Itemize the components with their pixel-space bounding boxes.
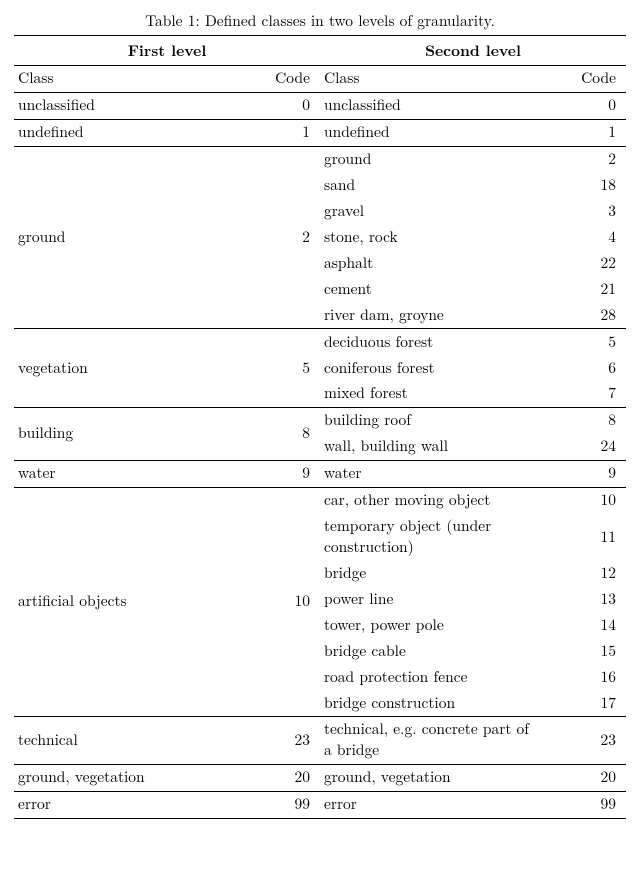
first-level-code: 9	[234, 460, 320, 487]
second-level-class: stone, rock	[320, 224, 540, 250]
second-level-class: road protection fence	[320, 664, 540, 690]
second-level-code: 8	[540, 407, 626, 433]
table-caption: Table 1: Defined classes in two levels o…	[14, 10, 626, 31]
second-level-class: power line	[320, 586, 540, 612]
second-level-class: building roof	[320, 407, 540, 433]
second-level-code: 4	[540, 224, 626, 250]
second-level-code: 17	[540, 690, 626, 716]
second-level-class: water	[320, 460, 540, 487]
first-level-class: artificial objects	[14, 487, 234, 716]
first-level-class: building	[14, 407, 234, 460]
second-level-code: 12	[540, 560, 626, 586]
second-level-class: deciduous forest	[320, 329, 540, 355]
second-level-code: 13	[540, 586, 626, 612]
header-first-level: First level	[14, 36, 320, 66]
class-table: First levelSecond levelClassCodeClassCod…	[14, 35, 626, 819]
second-level-class: ground, vegetation	[320, 764, 540, 791]
first-level-code: 10	[234, 487, 320, 716]
table-row: water9water9	[14, 460, 626, 487]
second-level-class: tower, power pole	[320, 612, 540, 638]
second-level-code: 0	[540, 92, 626, 119]
first-level-code: 8	[234, 407, 320, 460]
second-level-class: car, other moving object	[320, 487, 540, 513]
second-level-code: 22	[540, 250, 626, 276]
table-row: unclassified0unclassified0	[14, 92, 626, 119]
table-row: artificial objects10car, other moving ob…	[14, 487, 626, 513]
second-level-class: asphalt	[320, 250, 540, 276]
second-level-code: 18	[540, 173, 626, 199]
second-level-class: ground	[320, 146, 540, 172]
header-class-2: Class	[320, 65, 540, 92]
second-level-code: 99	[540, 791, 626, 818]
second-level-class: temporary object (under construction)	[320, 514, 540, 561]
first-level-code: 0	[234, 92, 320, 119]
second-level-code: 23	[540, 716, 626, 764]
second-level-class: technical, e.g. concrete part of a bridg…	[320, 716, 540, 764]
first-level-class: vegetation	[14, 329, 234, 408]
second-level-code: 14	[540, 612, 626, 638]
header-code-2: Code	[540, 65, 626, 92]
first-level-class: error	[14, 791, 234, 818]
second-level-code: 2	[540, 146, 626, 172]
header-second-level: Second level	[320, 36, 626, 66]
second-level-code: 16	[540, 664, 626, 690]
second-level-class: undefined	[320, 119, 540, 146]
second-level-code: 21	[540, 276, 626, 302]
second-level-code: 5	[540, 329, 626, 355]
first-level-class: ground	[14, 146, 234, 328]
second-level-code: 15	[540, 638, 626, 664]
second-level-class: coniferous forest	[320, 355, 540, 381]
second-level-code: 9	[540, 460, 626, 487]
table-row: ground, vegetation20ground, vegetation20	[14, 764, 626, 791]
second-level-code: 10	[540, 487, 626, 513]
second-level-class: bridge cable	[320, 638, 540, 664]
table-row: error99error99	[14, 791, 626, 818]
table-row: undefined1undefined1	[14, 119, 626, 146]
table-row: technical23technical, e.g. concrete part…	[14, 716, 626, 764]
second-level-class: bridge	[320, 560, 540, 586]
first-level-code: 5	[234, 329, 320, 408]
first-level-class: water	[14, 460, 234, 487]
second-level-code: 24	[540, 434, 626, 460]
first-level-code: 2	[234, 146, 320, 328]
second-level-class: gravel	[320, 199, 540, 225]
first-level-code: 20	[234, 764, 320, 791]
second-level-class: error	[320, 791, 540, 818]
second-level-class: cement	[320, 276, 540, 302]
second-level-code: 6	[540, 355, 626, 381]
table-row: ground2ground2	[14, 146, 626, 172]
second-level-code: 3	[540, 199, 626, 225]
first-level-class: undefined	[14, 119, 234, 146]
first-level-code: 1	[234, 119, 320, 146]
second-level-class: sand	[320, 173, 540, 199]
first-level-code: 99	[234, 791, 320, 818]
second-level-code: 28	[540, 302, 626, 328]
second-level-class: unclassified	[320, 92, 540, 119]
second-level-class: bridge construction	[320, 690, 540, 716]
table-row: building8building roof8	[14, 407, 626, 433]
first-level-class: technical	[14, 716, 234, 764]
second-level-class: mixed forest	[320, 381, 540, 407]
second-level-code: 7	[540, 381, 626, 407]
first-level-class: unclassified	[14, 92, 234, 119]
second-level-code: 1	[540, 119, 626, 146]
first-level-code: 23	[234, 716, 320, 764]
second-level-code: 11	[540, 514, 626, 561]
header-code-1: Code	[234, 65, 320, 92]
first-level-class: ground, vegetation	[14, 764, 234, 791]
table-row: vegetation5deciduous forest5	[14, 329, 626, 355]
second-level-class: wall, building wall	[320, 434, 540, 460]
second-level-code: 20	[540, 764, 626, 791]
header-class-1: Class	[14, 65, 234, 92]
second-level-class: river dam, groyne	[320, 302, 540, 328]
